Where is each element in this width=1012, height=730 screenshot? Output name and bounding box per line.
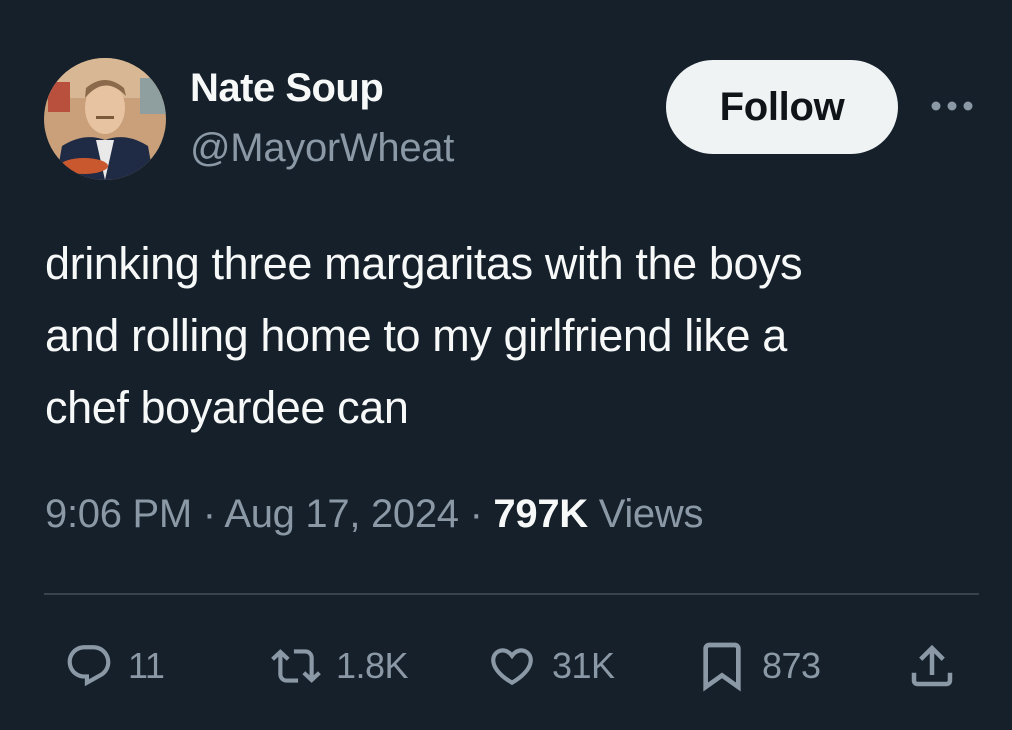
author-display-name[interactable]: Nate Soup [190, 66, 384, 111]
repost-count: 1.8K [336, 645, 409, 686]
repost-button[interactable]: 1.8K [268, 638, 409, 694]
tweet-time[interactable]: 9:06 PM [45, 492, 192, 536]
tweet-text-line: chef boyardee can [45, 382, 409, 433]
tweet-text-line: and rolling home to my girlfriend like a [45, 310, 787, 361]
views-count[interactable]: 797K [493, 492, 588, 536]
like-count: 31K [552, 645, 615, 686]
follow-button[interactable]: Follow [666, 60, 898, 154]
heart-icon [491, 648, 533, 686]
meta-separator: · [202, 492, 216, 536]
share-icon [911, 644, 953, 687]
reply-icon [67, 645, 111, 687]
tweet-date[interactable]: Aug 17, 2024 [224, 492, 459, 536]
avatar[interactable] [44, 58, 166, 180]
bookmark-icon [703, 642, 741, 692]
meta-separator: · [469, 492, 483, 536]
repost-icon [271, 649, 321, 683]
more-button[interactable] [928, 88, 976, 124]
share-button[interactable] [904, 638, 960, 694]
bookmark-count: 873 [762, 645, 821, 686]
more-icon [931, 101, 973, 111]
bookmark-button[interactable]: 873 [694, 638, 821, 694]
views-label: Views [598, 492, 704, 536]
tweet-text-line: drinking three margaritas with the boys [45, 238, 803, 289]
tweet-text: drinking three margaritas with the boys … [45, 228, 985, 444]
like-button[interactable]: 31K [484, 638, 615, 694]
tweet-meta: 9:06 PM · Aug 17, 2024 · 797K Views [45, 492, 703, 537]
author-handle[interactable]: @MayorWheat [190, 126, 454, 171]
reply-count: 11 [128, 645, 165, 686]
reply-button[interactable]: 11 [62, 638, 165, 694]
divider [44, 593, 979, 595]
